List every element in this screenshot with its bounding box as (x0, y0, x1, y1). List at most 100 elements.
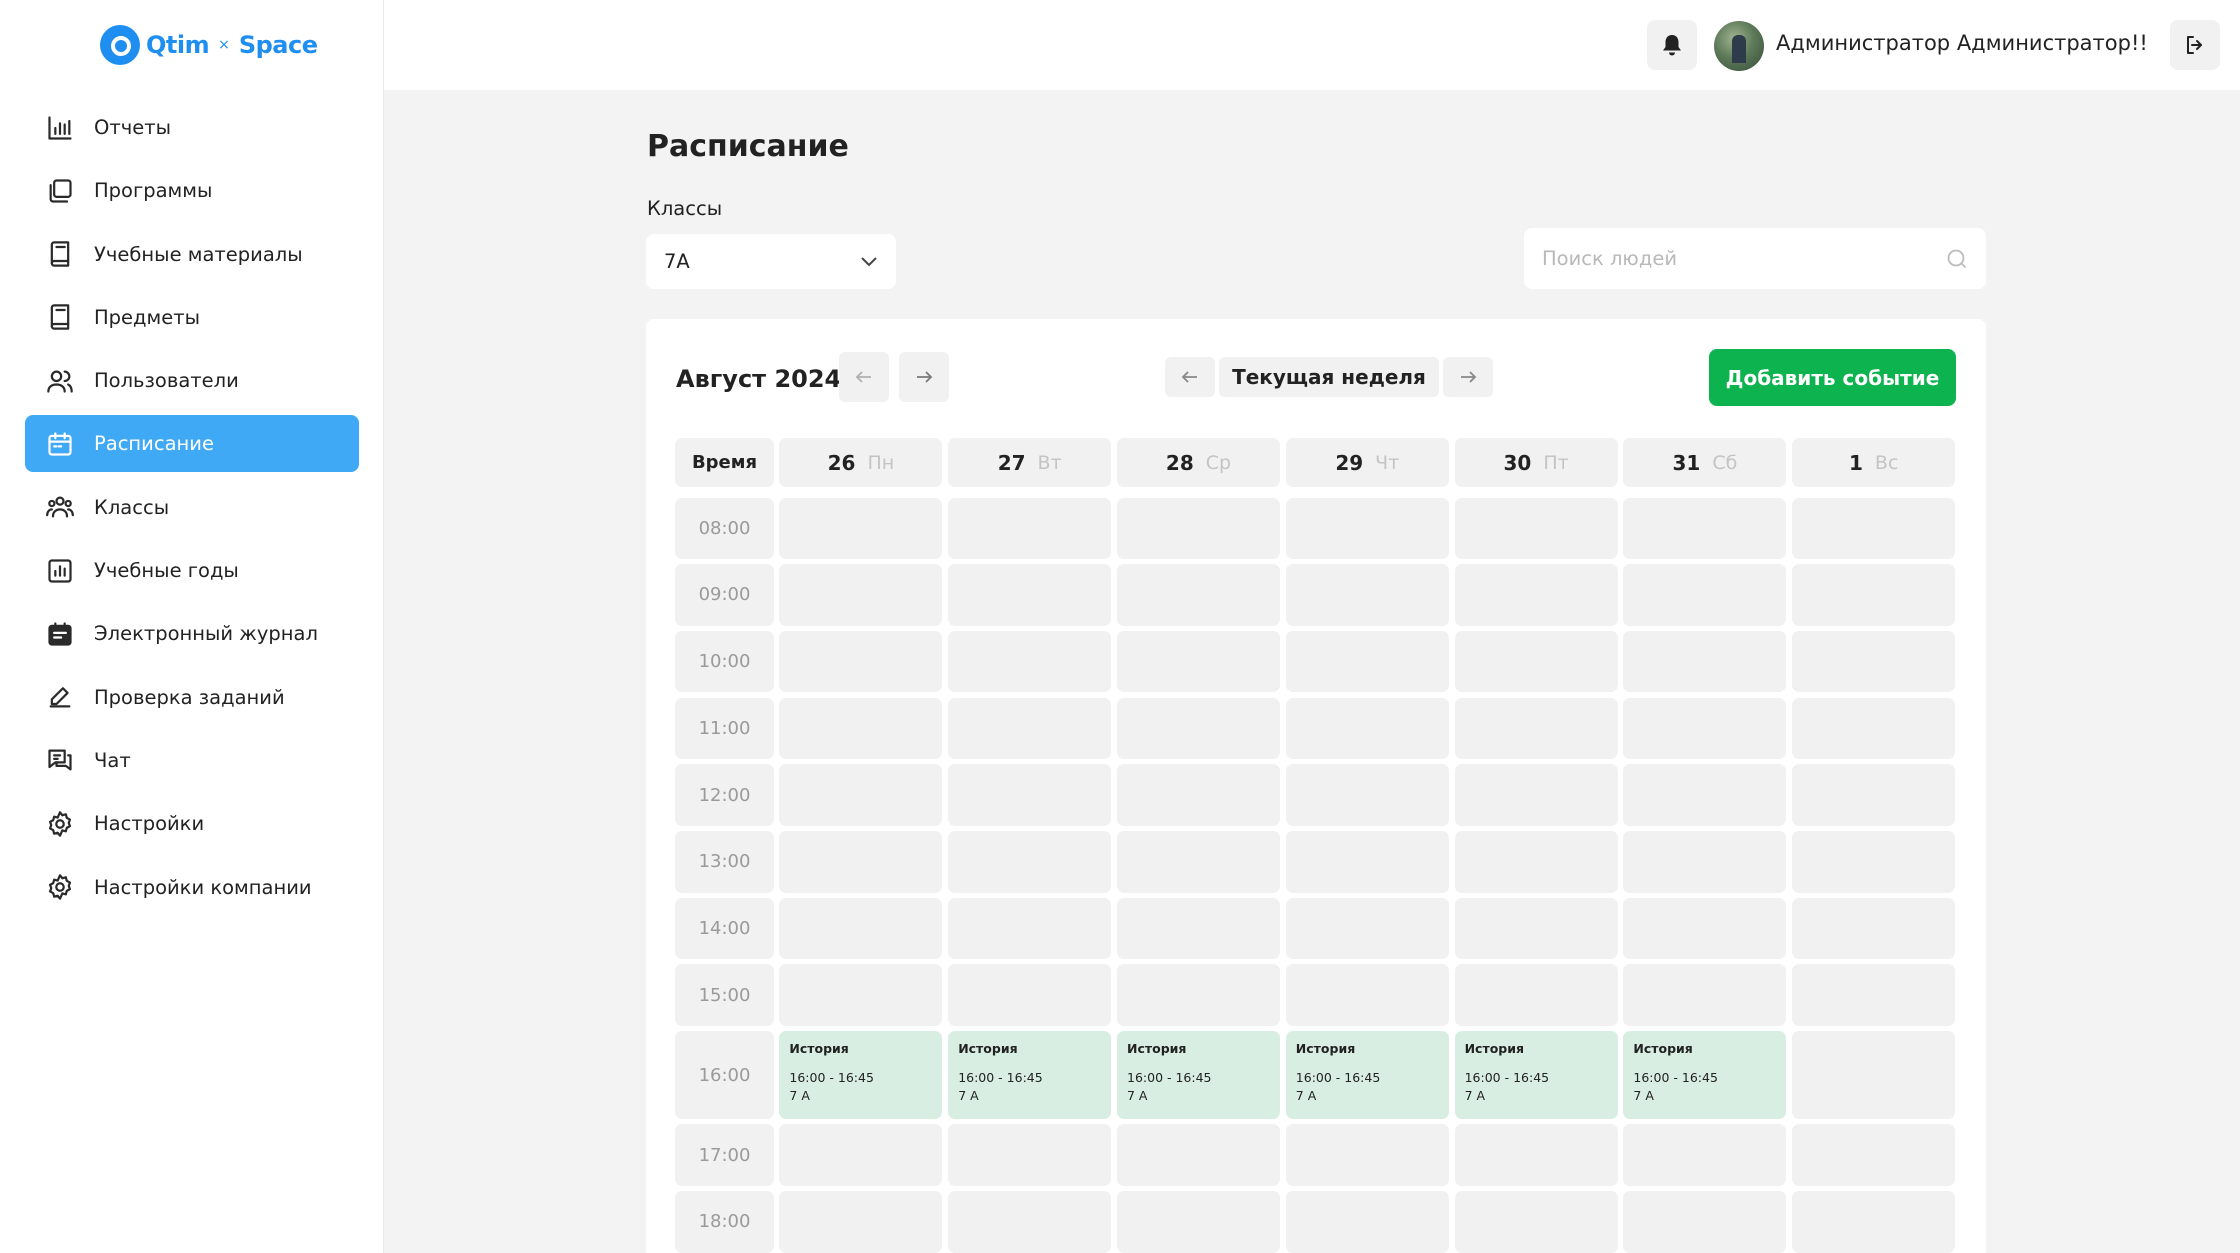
schedule-slot[interactable] (948, 1124, 1112, 1186)
current-week-button[interactable]: Текущая неделя (1219, 357, 1439, 397)
schedule-slot[interactable] (779, 831, 943, 893)
schedule-slot[interactable] (1623, 630, 1787, 693)
day-header[interactable]: 1 Вс (1792, 438, 1956, 487)
schedule-slot[interactable] (1285, 964, 1449, 1026)
schedule-slot[interactable] (1285, 1124, 1449, 1186)
schedule-slot[interactable] (1454, 497, 1618, 559)
sidebar-item-8[interactable]: Электронный журнал (25, 605, 359, 662)
schedule-slot[interactable] (948, 497, 1112, 559)
schedule-slot[interactable] (1792, 697, 1956, 760)
schedule-event[interactable]: История 16:00 - 16:45 7 А (1285, 1031, 1449, 1120)
schedule-slot[interactable] (779, 697, 943, 760)
schedule-slot[interactable] (1792, 1124, 1956, 1186)
schedule-slot[interactable] (779, 1191, 943, 1253)
schedule-event[interactable]: История 16:00 - 16:45 7 А (948, 1031, 1112, 1120)
schedule-slot[interactable] (1454, 564, 1618, 626)
schedule-slot[interactable] (1117, 497, 1280, 559)
schedule-slot[interactable] (948, 630, 1112, 693)
next-month-button[interactable] (899, 352, 949, 402)
schedule-slot[interactable] (1792, 497, 1956, 559)
sidebar-item-5[interactable]: Расписание (25, 415, 359, 473)
search-input[interactable]: Поиск людей (1524, 228, 1986, 289)
schedule-event[interactable]: История 16:00 - 16:45 7 А (1454, 1031, 1618, 1120)
schedule-slot[interactable] (948, 964, 1112, 1026)
schedule-slot[interactable] (948, 1191, 1112, 1253)
schedule-slot[interactable] (779, 964, 943, 1026)
schedule-slot[interactable] (1117, 564, 1280, 626)
sidebar-item-3[interactable]: Предметы (25, 289, 359, 346)
schedule-slot[interactable] (1454, 897, 1618, 960)
schedule-slot[interactable] (1623, 764, 1787, 826)
schedule-event[interactable]: История 16:00 - 16:45 7 А (779, 1031, 943, 1120)
sidebar-item-4[interactable]: Пользователи (25, 352, 359, 409)
next-week-button[interactable] (1443, 357, 1493, 397)
sidebar-item-2[interactable]: Учебные материалы (25, 226, 359, 283)
sidebar-item-9[interactable]: Проверка заданий (25, 669, 359, 726)
sidebar-item-10[interactable]: Чат (25, 732, 359, 789)
schedule-slot[interactable] (948, 697, 1112, 760)
day-header[interactable]: 30 Пт (1454, 438, 1618, 487)
schedule-slot[interactable] (779, 764, 943, 826)
schedule-slot[interactable] (779, 630, 943, 693)
sidebar-item-6[interactable]: Классы (25, 479, 359, 536)
schedule-slot[interactable] (1623, 1191, 1787, 1253)
schedule-slot[interactable] (1792, 831, 1956, 893)
schedule-slot[interactable] (1117, 630, 1280, 693)
prev-month-button[interactable] (839, 352, 889, 402)
schedule-slot[interactable] (1454, 1191, 1618, 1253)
schedule-slot[interactable] (1285, 630, 1449, 693)
schedule-slot[interactable] (1623, 831, 1787, 893)
schedule-slot[interactable] (1454, 964, 1618, 1026)
add-event-button[interactable]: Добавить событие (1709, 349, 1956, 406)
schedule-event[interactable]: История 16:00 - 16:45 7 А (1623, 1031, 1787, 1120)
schedule-slot[interactable] (1117, 1191, 1280, 1253)
schedule-slot[interactable] (1285, 1191, 1449, 1253)
notifications-button[interactable] (1647, 20, 1697, 70)
schedule-slot[interactable] (1117, 764, 1280, 826)
schedule-event[interactable]: История 16:00 - 16:45 7 А (1117, 1031, 1280, 1120)
schedule-slot[interactable] (948, 897, 1112, 960)
schedule-slot[interactable] (1623, 564, 1787, 626)
schedule-slot[interactable] (1285, 764, 1449, 826)
day-header[interactable]: 29 Чт (1285, 438, 1449, 487)
schedule-slot[interactable] (1623, 497, 1787, 559)
sidebar-item-7[interactable]: Учебные годы (25, 542, 359, 599)
day-header[interactable]: 27 Вт (948, 438, 1112, 487)
schedule-slot[interactable] (1792, 1031, 1956, 1120)
schedule-slot[interactable] (779, 1124, 943, 1186)
schedule-slot[interactable] (779, 497, 943, 559)
schedule-slot[interactable] (1454, 1124, 1618, 1186)
schedule-slot[interactable] (1623, 897, 1787, 960)
schedule-slot[interactable] (1792, 564, 1956, 626)
schedule-slot[interactable] (1792, 964, 1956, 1026)
schedule-slot[interactable] (1285, 564, 1449, 626)
schedule-slot[interactable] (1117, 831, 1280, 893)
day-header[interactable]: 31 Сб (1623, 438, 1787, 487)
schedule-slot[interactable] (1117, 697, 1280, 760)
day-header[interactable]: 26 Пн (779, 438, 943, 487)
schedule-slot[interactable] (1454, 630, 1618, 693)
schedule-slot[interactable] (1792, 897, 1956, 960)
sidebar-item-12[interactable]: Настройки компании (25, 859, 359, 916)
schedule-slot[interactable] (1454, 697, 1618, 760)
sidebar-item-0[interactable]: Отчеты (25, 99, 359, 156)
schedule-slot[interactable] (1117, 964, 1280, 1026)
schedule-slot[interactable] (1285, 697, 1449, 760)
schedule-slot[interactable] (1454, 831, 1618, 893)
schedule-slot[interactable] (948, 764, 1112, 826)
logout-button[interactable] (2170, 20, 2220, 70)
sidebar-item-1[interactable]: Программы (25, 162, 359, 219)
brand-logo[interactable]: Qtim × Space (100, 24, 318, 66)
schedule-slot[interactable] (948, 564, 1112, 626)
schedule-slot[interactable] (948, 831, 1112, 893)
schedule-slot[interactable] (1117, 897, 1280, 960)
schedule-slot[interactable] (1623, 964, 1787, 1026)
schedule-slot[interactable] (1792, 1191, 1956, 1253)
class-select[interactable]: 7А (646, 234, 896, 289)
schedule-slot[interactable] (1117, 1124, 1280, 1186)
schedule-slot[interactable] (1285, 831, 1449, 893)
schedule-slot[interactable] (1454, 764, 1618, 826)
schedule-slot[interactable] (1792, 764, 1956, 826)
schedule-slot[interactable] (1285, 897, 1449, 960)
user-name[interactable]: Администратор Администратор!! (1776, 31, 2148, 55)
